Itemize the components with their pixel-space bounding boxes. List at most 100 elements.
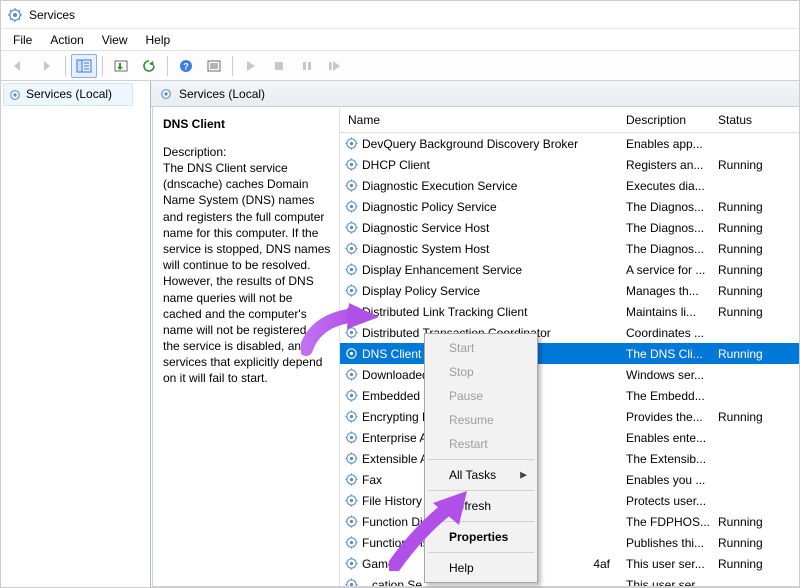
service-row[interactable]: Distributed Link Tracking ClientMaintain…	[340, 301, 799, 322]
ctx-separator	[428, 459, 534, 460]
toolbar-separator	[102, 56, 103, 76]
content-header-label: Services (Local)	[179, 87, 265, 101]
content-header: Services (Local)	[151, 81, 799, 107]
export-list-button[interactable]	[108, 54, 134, 78]
column-header-status[interactable]: Status	[718, 113, 778, 127]
ctx-resume[interactable]: Resume	[427, 408, 535, 432]
service-name: Diagnostic Service Host	[362, 221, 626, 235]
service-row[interactable]: Diagnostic Policy ServiceThe Diagnos...R…	[340, 196, 799, 217]
ctx-stop[interactable]: Stop	[427, 360, 535, 384]
list-rows: DevQuery Background Discovery BrokerEnab…	[340, 133, 799, 586]
gear-icon	[340, 430, 362, 445]
service-description: Coordinates ...	[626, 326, 718, 340]
service-row[interactable]: FaxEnables you ...	[340, 469, 799, 490]
service-row[interactable]: Diagnostic System HostThe Diagnos...Runn…	[340, 238, 799, 259]
service-row[interactable]: GameD4afThis user ser...Running	[340, 553, 799, 574]
gear-icon	[8, 87, 22, 102]
tree-root-services-local[interactable]: Services (Local)	[3, 83, 133, 106]
gear-icon	[340, 409, 362, 424]
service-row[interactable]: Embedded MoThe Embedd...	[340, 385, 799, 406]
column-header-name[interactable]: Name	[340, 113, 626, 127]
service-status: Running	[718, 536, 778, 550]
ctx-help[interactable]: Help	[427, 556, 535, 580]
service-row[interactable]: ...cation SeThis user ser...	[340, 574, 799, 586]
ctx-restart[interactable]: Restart	[427, 432, 535, 456]
gear-icon	[340, 451, 362, 466]
service-row[interactable]: Function DiscoPublishes thi...Running	[340, 532, 799, 553]
help-button[interactable]: ?	[173, 54, 199, 78]
main-area: Services (Local) Services (Local) DNS Cl…	[1, 81, 799, 587]
gear-icon	[340, 367, 362, 382]
service-row[interactable]: Display Policy ServiceManages th...Runni…	[340, 280, 799, 301]
service-row[interactable]: Encrypting FileProvides the...Running	[340, 406, 799, 427]
gear-icon	[340, 556, 362, 571]
column-header-description[interactable]: Description	[626, 113, 718, 127]
ctx-all-tasks[interactable]: All Tasks ▶	[427, 463, 535, 487]
service-status: Running	[718, 221, 778, 235]
ctx-separator	[428, 490, 534, 491]
service-row[interactable]: Diagnostic Execution ServiceExecutes dia…	[340, 175, 799, 196]
service-row[interactable]: Function DiscoThe FDPHOS...Running	[340, 511, 799, 532]
list-header: Name Description Status	[340, 107, 799, 133]
forward-button[interactable]	[34, 54, 60, 78]
service-name: Diagnostic Policy Service	[362, 200, 626, 214]
ctx-refresh[interactable]: Refresh	[427, 494, 535, 518]
service-row[interactable]: Display Enhancement ServiceA service for…	[340, 259, 799, 280]
service-description: The DNS Cli...	[626, 347, 718, 361]
menu-view[interactable]: View	[94, 31, 136, 49]
service-description: Enables app...	[626, 137, 718, 151]
service-row[interactable]: Distributed Transaction CoordinatorCoord…	[340, 322, 799, 343]
tree-pane: Services (Local)	[1, 81, 151, 587]
service-status: Running	[718, 158, 778, 172]
restart-service-button[interactable]	[322, 54, 348, 78]
detail-panel: DNS Client Description: The DNS Client s…	[161, 107, 339, 586]
ctx-properties[interactable]: Properties	[427, 525, 535, 549]
gear-icon	[340, 493, 362, 508]
service-row[interactable]: Enterprise AppEnables ente...	[340, 427, 799, 448]
toolbar-separator	[167, 56, 168, 76]
menu-help[interactable]: Help	[138, 31, 179, 49]
service-name: DHCP Client	[362, 158, 626, 172]
service-description: The FDPHOS...	[626, 515, 718, 529]
gear-icon	[159, 86, 173, 101]
start-service-button[interactable]	[238, 54, 264, 78]
service-description: Publishes thi...	[626, 536, 718, 550]
service-status: Running	[718, 200, 778, 214]
detail-service-name: DNS Client	[163, 117, 333, 131]
show-hide-tree-button[interactable]	[71, 54, 97, 78]
ctx-pause[interactable]: Pause	[427, 384, 535, 408]
service-name: Diagnostic System Host	[362, 242, 626, 256]
app-icon	[7, 7, 23, 23]
service-status: Running	[718, 347, 778, 361]
service-name: Distributed Link Tracking Client	[362, 305, 626, 319]
service-name: Display Policy Service	[362, 284, 626, 298]
service-description: Protects user...	[626, 494, 718, 508]
service-row[interactable]: Extensible AuthThe Extensib...	[340, 448, 799, 469]
context-menu: Start Stop Pause Resume Restart All Task…	[424, 333, 538, 583]
service-row[interactable]: Diagnostic Service HostThe Diagnos...Run…	[340, 217, 799, 238]
service-row[interactable]: DNS ClientThe DNS Cli...Running	[340, 343, 799, 364]
pause-service-button[interactable]	[294, 54, 320, 78]
gear-icon	[340, 388, 362, 403]
gear-icon	[340, 157, 362, 172]
service-description: Executes dia...	[626, 179, 718, 193]
properties-button[interactable]	[201, 54, 227, 78]
service-row[interactable]: DevQuery Background Discovery BrokerEnab…	[340, 133, 799, 154]
back-button[interactable]	[6, 54, 32, 78]
ctx-start[interactable]: Start	[427, 336, 535, 360]
gear-icon	[340, 199, 362, 214]
menu-action[interactable]: Action	[42, 31, 91, 49]
service-description: Windows ser...	[626, 368, 718, 382]
service-row[interactable]: DHCP ClientRegisters an...Running	[340, 154, 799, 175]
refresh-button[interactable]	[136, 54, 162, 78]
stop-service-button[interactable]	[266, 54, 292, 78]
service-description: The Diagnos...	[626, 242, 718, 256]
gear-icon	[340, 241, 362, 256]
gear-icon	[340, 220, 362, 235]
service-name: Display Enhancement Service	[362, 263, 626, 277]
service-row[interactable]: Downloaded MWindows ser...	[340, 364, 799, 385]
gear-icon	[340, 514, 362, 529]
gear-icon	[340, 136, 362, 151]
menu-file[interactable]: File	[5, 31, 40, 49]
service-row[interactable]: File History SerProtects user...	[340, 490, 799, 511]
